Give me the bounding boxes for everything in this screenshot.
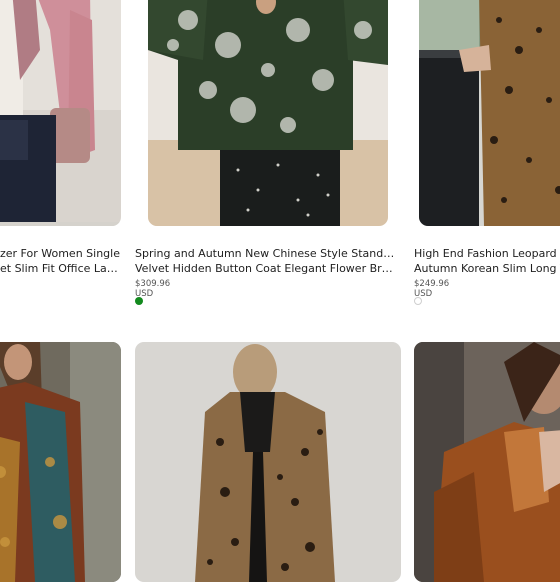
product-title-3[interactable]: High End Fashion Leopard Co: [414, 246, 560, 261]
product-image-3[interactable]: [419, 0, 560, 226]
pink-velvet-blazer-photo-icon: [0, 0, 121, 226]
leopard-leather-trench-photo-icon: [135, 342, 401, 582]
bohemian-velvet-jacket-photo-icon: [0, 342, 121, 582]
green-sequin-velvet-coat-photo-icon: [148, 0, 388, 226]
color-swatch-green[interactable]: [135, 297, 143, 305]
product-title-1-line2[interactable]: et Slim Fit Office Lady...: [0, 261, 120, 276]
product-price-2: $309.96 USD: [135, 279, 171, 299]
leopard-long-coat-photo-icon: [419, 0, 560, 226]
product-image-4[interactable]: [0, 342, 121, 582]
product-image-6[interactable]: [414, 342, 560, 582]
product-title-2[interactable]: Spring and Autumn New Chinese Style Stan…: [135, 246, 395, 261]
color-swatch-white[interactable]: [414, 297, 422, 305]
product-image-1[interactable]: [0, 0, 121, 226]
product-image-5[interactable]: [135, 342, 401, 582]
product-title-1[interactable]: zer For Women Single: [0, 246, 120, 261]
product-image-2[interactable]: [148, 0, 388, 226]
product-price-3: $249.96 USD: [414, 279, 450, 299]
product-title-3-line2[interactable]: Autumn Korean Slim Long Tre: [414, 261, 560, 276]
product-title-2-line2[interactable]: Velvet Hidden Button Coat Elegant Flower…: [135, 261, 395, 276]
brown-leather-jacket-photo-icon: [414, 342, 560, 582]
